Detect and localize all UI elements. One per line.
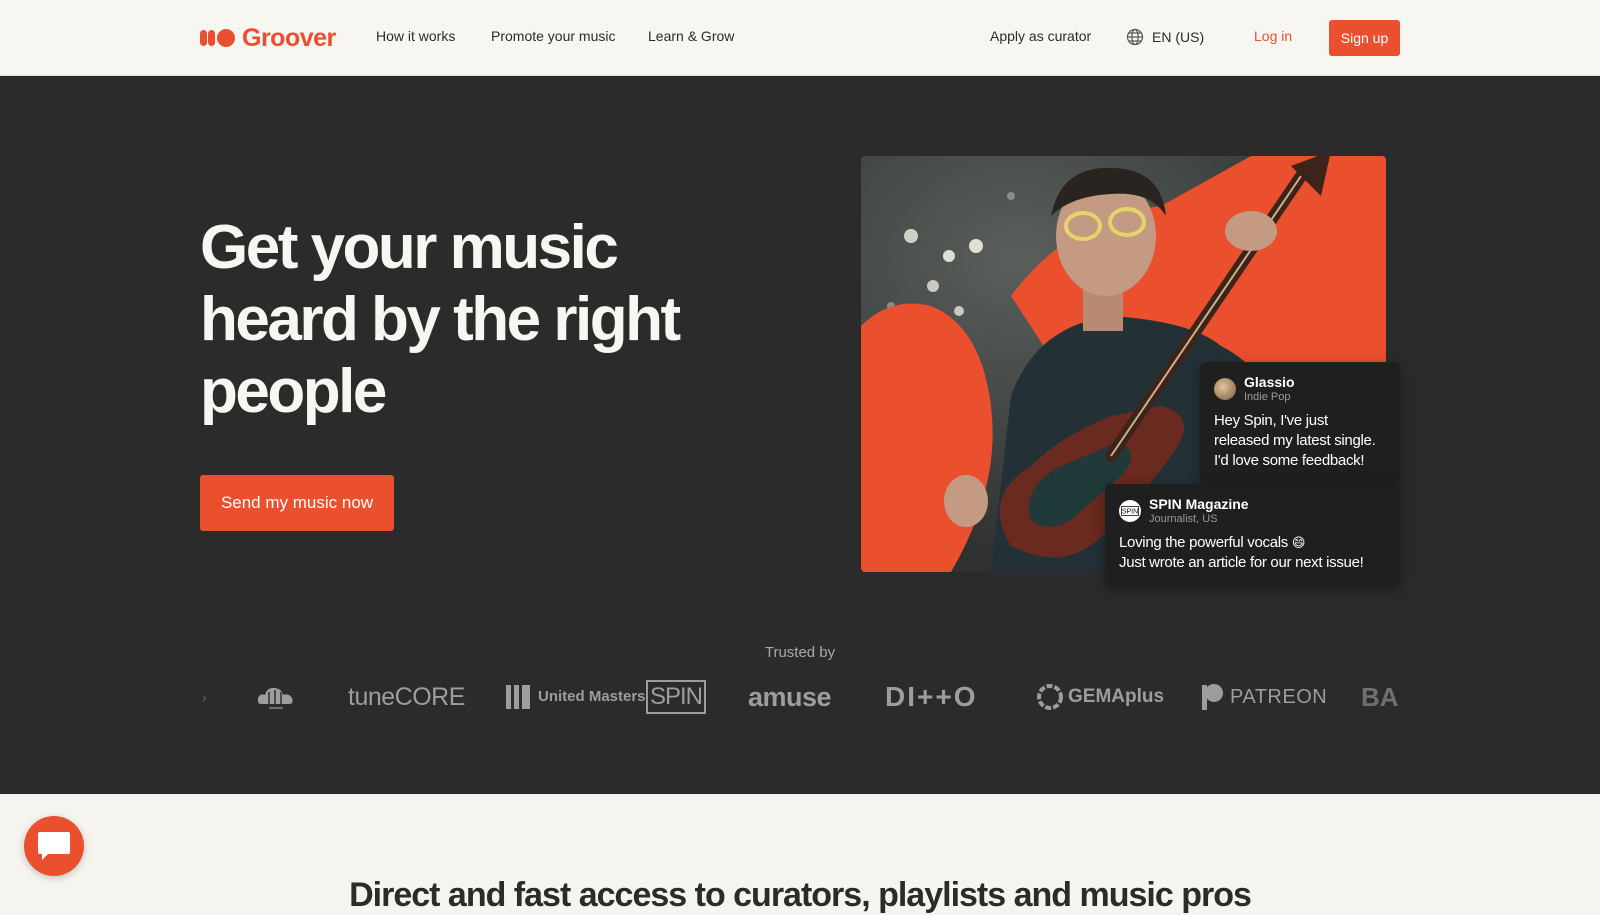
groover-logo-text: Groover <box>242 23 336 52</box>
ditto-logo: DI++O <box>885 681 978 712</box>
gemaplus-logo: GEMAplus <box>1034 676 1164 718</box>
chat-icon <box>38 832 70 860</box>
tunecore-logo: tuneCORE <box>348 682 465 711</box>
partial-logo-chevron-icon: › <box>202 689 207 705</box>
spin-avatar: SPIN <box>1119 499 1141 522</box>
hero-headline: Get your music heard by the right people <box>200 213 681 426</box>
trusted-by-label: Trusted by <box>764 644 836 661</box>
nav-promote-your-music[interactable]: Promote your music <box>491 28 615 44</box>
patreon-logo: PATREON <box>1200 676 1327 718</box>
send-my-music-button[interactable]: Send my music now <box>200 475 394 531</box>
chat-message-spin: SPIN SPIN Magazine Journalist, US Loving… <box>1105 484 1400 586</box>
chat-sender-name: SPIN Magazine <box>1149 496 1249 512</box>
chat-message-glassio: Glassio Indie Pop Hey Spin, I've just re… <box>1200 362 1400 484</box>
chat-sender-genre: Indie Pop <box>1244 391 1291 403</box>
chat-sender-role: Journalist, US <box>1149 513 1218 525</box>
nav-how-it-works[interactable]: How it works <box>376 28 455 44</box>
partial-partner-logo: BAN <box>1361 681 1400 712</box>
grinning-face-icon: 😄 <box>1291 535 1306 550</box>
groover-logo[interactable]: Groover <box>200 24 336 52</box>
chat-message-text: Hey Spin, I've just released my latest s… <box>1214 412 1376 469</box>
svg-text:SPIN: SPIN <box>1122 508 1138 515</box>
spin-logo: SPIN <box>646 676 707 718</box>
section-title: Direct and fast access to curators, play… <box>349 876 1252 914</box>
top-navigation: Groover How it works Promote your music … <box>0 0 1600 76</box>
partner-logos-strip: › tuneCORE United Masters SPIN amuse DI+… <box>200 676 1400 718</box>
chat-message-text: Loving the powerful vocals 😄 Just wrote … <box>1119 534 1364 571</box>
unitedmasters-logo: United Masters <box>506 676 646 718</box>
hero-section: Get your music heard by the right people… <box>0 76 1600 794</box>
language-selector[interactable]: EN (US) <box>1126 28 1204 46</box>
signup-button[interactable]: Sign up <box>1329 20 1400 56</box>
amuse-logo: amuse <box>748 681 832 712</box>
cloud-partner-logo-icon <box>255 676 297 718</box>
chat-sender-name: Glassio <box>1244 374 1295 390</box>
login-link[interactable]: Log in <box>1254 28 1292 44</box>
chat-support-button[interactable] <box>24 816 84 876</box>
nav-learn-and-grow[interactable]: Learn & Grow <box>648 28 734 44</box>
nav-apply-as-curator[interactable]: Apply as curator <box>990 28 1091 44</box>
globe-icon <box>1126 28 1144 46</box>
glassio-avatar <box>1214 377 1236 400</box>
language-label: EN (US) <box>1152 29 1205 45</box>
groover-logo-icon <box>200 26 236 50</box>
